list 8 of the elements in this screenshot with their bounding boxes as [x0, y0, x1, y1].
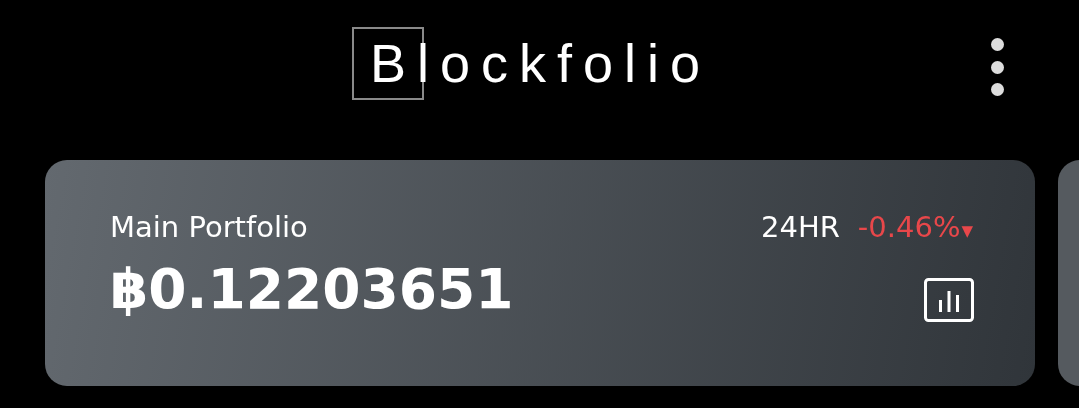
period-label: 24HR: [761, 210, 840, 244]
portfolio-balance: ฿0.12203651: [110, 257, 514, 321]
bar-chart-icon[interactable]: [924, 278, 974, 322]
change-percent: -0.46%: [857, 210, 961, 244]
portfolio-name: Main Portfolio: [110, 210, 308, 244]
more-menu-icon[interactable]: [989, 38, 1005, 96]
portfolio-card[interactable]: Main Portfolio 24HR -0.46%▼ ฿0.12203651: [45, 160, 1035, 386]
change-arrow: ▼: [961, 222, 973, 240]
